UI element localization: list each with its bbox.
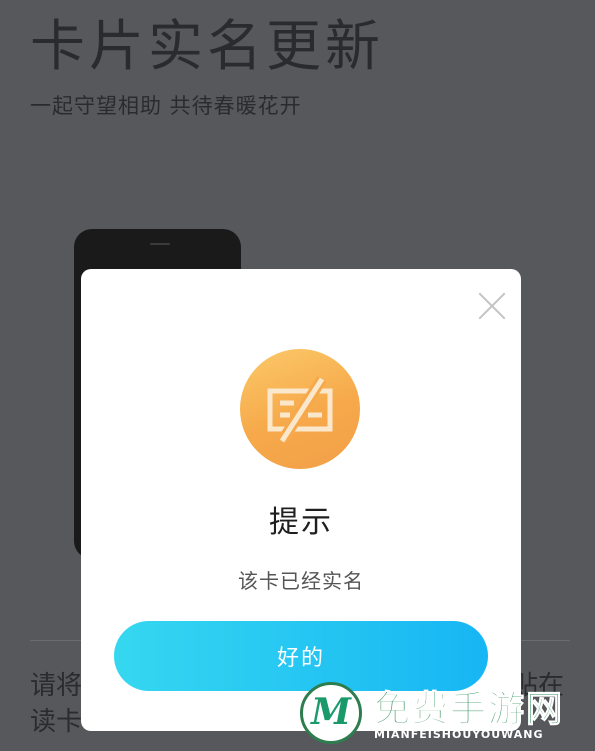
watermark: M 免费手游网 MIANFEISHOUYOUWANG [300, 680, 590, 748]
alert-dialog: 提示 该卡已经实名 好的 [81, 269, 521, 731]
close-icon[interactable] [477, 291, 507, 321]
instruction-text-left: 请将 [30, 671, 83, 701]
page-title: 卡片实名更新 [30, 14, 385, 78]
page-subtitle: 一起守望相助 共待春暖花开 [30, 94, 302, 118]
phone-speaker [150, 243, 170, 245]
instruction-text-bottom: 读卡 [30, 707, 83, 737]
card-crossed-icon [240, 349, 360, 469]
dialog-title: 提示 [269, 505, 333, 540]
watermark-logo: M [300, 682, 362, 744]
dialog-message: 该卡已经实名 [238, 569, 364, 593]
watermark-title: 免费手游网 [373, 689, 565, 731]
watermark-logo-letter: M [311, 691, 351, 733]
watermark-subtitle: MIANFEISHOUYOUWANG [374, 728, 544, 741]
